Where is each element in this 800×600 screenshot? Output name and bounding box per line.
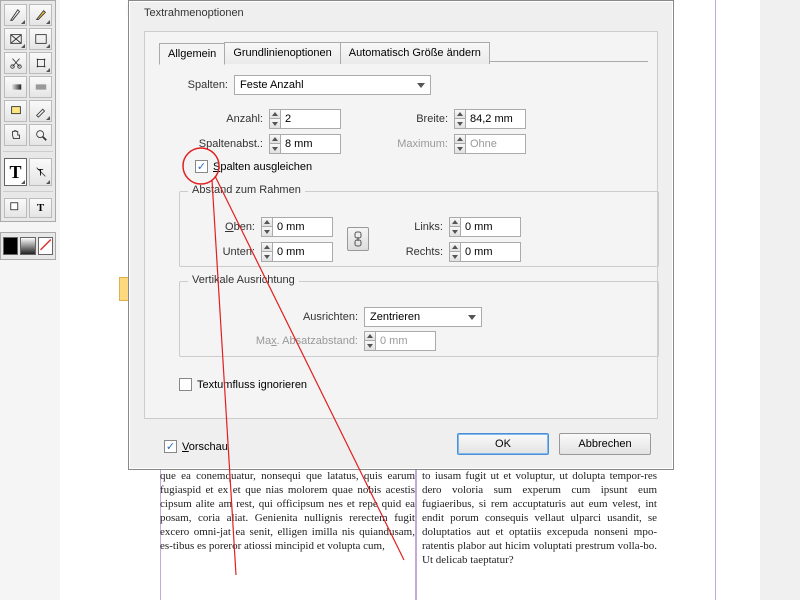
text-frame-options-dialog: Textrahmenoptionen Allgemein Grundlinien…: [128, 0, 674, 470]
unten-label: Unten:: [201, 246, 261, 258]
columns-type-value: Feste Anzahl: [240, 79, 304, 91]
type-tool-small[interactable]: T: [29, 158, 52, 186]
spaltenabst-spinner[interactable]: 8 mm: [269, 134, 341, 154]
body-text-col1: que ea conemquatur, nonsequi que latatus…: [160, 470, 415, 554]
valign-title: Vertikale Ausrichtung: [188, 274, 299, 286]
type-fill-icon[interactable]: T: [29, 198, 52, 218]
unten-value[interactable]: 0 mm: [273, 242, 333, 262]
spalten-label: Spalten:: [179, 79, 234, 91]
apply-color-icon[interactable]: [3, 237, 18, 255]
color-mode-bar: [0, 232, 56, 260]
chevron-down-icon: [417, 83, 425, 88]
max-absatz-label: Max. Absatzabstand:: [249, 335, 364, 347]
gradient-tool[interactable]: [4, 76, 27, 98]
links-spinner[interactable]: 0 mm: [449, 217, 521, 237]
cancel-button[interactable]: Abbrechen: [559, 433, 651, 455]
note-tool[interactable]: [4, 100, 27, 122]
columns-type-dropdown[interactable]: Feste Anzahl: [234, 75, 431, 95]
hand-tool[interactable]: [4, 124, 27, 146]
maximum-value: Ohne: [466, 134, 526, 154]
body-text-col2: to iusam fugit ut et voluptur, ut dolupt…: [422, 470, 657, 568]
ok-button[interactable]: OK: [457, 433, 549, 455]
maximum-spinner: Ohne: [454, 134, 526, 154]
balance-columns-checkbox[interactable]: Spalten ausgleichen: [195, 160, 312, 173]
align-value: Zentrieren: [370, 311, 420, 323]
rechts-label: Rechts:: [394, 246, 449, 258]
type-tool-large[interactable]: T: [4, 158, 27, 186]
tab-allgemein[interactable]: Allgemein: [159, 43, 225, 65]
checkbox-checked-icon: [195, 160, 208, 173]
apply-none-icon[interactable]: [38, 237, 53, 255]
breite-label: Breite:: [399, 113, 454, 125]
preview-checkbox[interactable]: Vorschau: [164, 440, 228, 453]
dialog-title: Textrahmenoptionen: [129, 1, 673, 25]
pencil-tool[interactable]: [29, 4, 52, 26]
checkbox-checked-icon: [164, 440, 177, 453]
preview-label: Vorschau: [182, 441, 228, 453]
max-absatz-spinner: 0 mm: [364, 331, 436, 351]
eyedropper-tool[interactable]: [29, 100, 52, 122]
anzahl-label: Anzahl:: [189, 113, 269, 125]
breite-value[interactable]: 84,2 mm: [466, 109, 526, 129]
oben-spinner[interactable]: 0 mm: [261, 217, 333, 237]
dialog-tabs: Allgemein Grundlinienoptionen Automatisc…: [159, 42, 489, 64]
breite-spinner[interactable]: 84,2 mm: [454, 109, 526, 129]
align-dropdown[interactable]: Zentrieren: [364, 307, 482, 327]
apply-gradient-icon[interactable]: [20, 237, 35, 255]
zoom-tool[interactable]: [29, 124, 52, 146]
balance-columns-label: Spalten ausgleichen: [213, 161, 312, 173]
links-label: Links:: [394, 221, 449, 233]
anzahl-value[interactable]: 2: [281, 109, 341, 129]
inset-spacing-title: Abstand zum Rahmen: [188, 184, 305, 196]
tab-grundlinien[interactable]: Grundlinienoptionen: [224, 42, 340, 64]
anzahl-spinner[interactable]: 2: [269, 109, 341, 129]
rectangle-tool[interactable]: [29, 28, 52, 50]
rectangle-frame-tool[interactable]: [4, 28, 27, 50]
spaltenabst-value[interactable]: 8 mm: [281, 134, 341, 154]
tab-auto-size[interactable]: Automatisch Größe ändern: [340, 42, 490, 64]
links-value[interactable]: 0 mm: [461, 217, 521, 237]
chevron-down-icon: [468, 315, 476, 320]
fill-stroke-default-icon[interactable]: [4, 198, 27, 218]
max-absatz-value: 0 mm: [376, 331, 436, 351]
scissors-tool[interactable]: [4, 52, 27, 74]
maximum-label: Maximum:: [386, 138, 454, 150]
checkbox-unchecked-icon: [179, 378, 192, 391]
free-transform-tool[interactable]: [29, 52, 52, 74]
svg-text:T: T: [37, 168, 43, 179]
ignore-wrap-checkbox[interactable]: Textumfluss ignorieren: [179, 378, 307, 391]
link-values-icon[interactable]: [347, 227, 369, 251]
rechts-spinner[interactable]: 0 mm: [449, 242, 521, 262]
unten-spinner[interactable]: 0 mm: [261, 242, 333, 262]
pen-tool[interactable]: [4, 4, 27, 26]
tool-palette: TT T: [0, 0, 56, 222]
spaltenabst-label: Spaltenabst.:: [189, 138, 269, 150]
oben-value[interactable]: 0 mm: [273, 217, 333, 237]
ignore-wrap-label: Textumfluss ignorieren: [197, 379, 307, 391]
rechts-value[interactable]: 0 mm: [461, 242, 521, 262]
oben-label: Oben:: [201, 221, 261, 233]
gradient-feather-tool[interactable]: [29, 76, 52, 98]
ausrichten-label: Ausrichten:: [249, 311, 364, 323]
